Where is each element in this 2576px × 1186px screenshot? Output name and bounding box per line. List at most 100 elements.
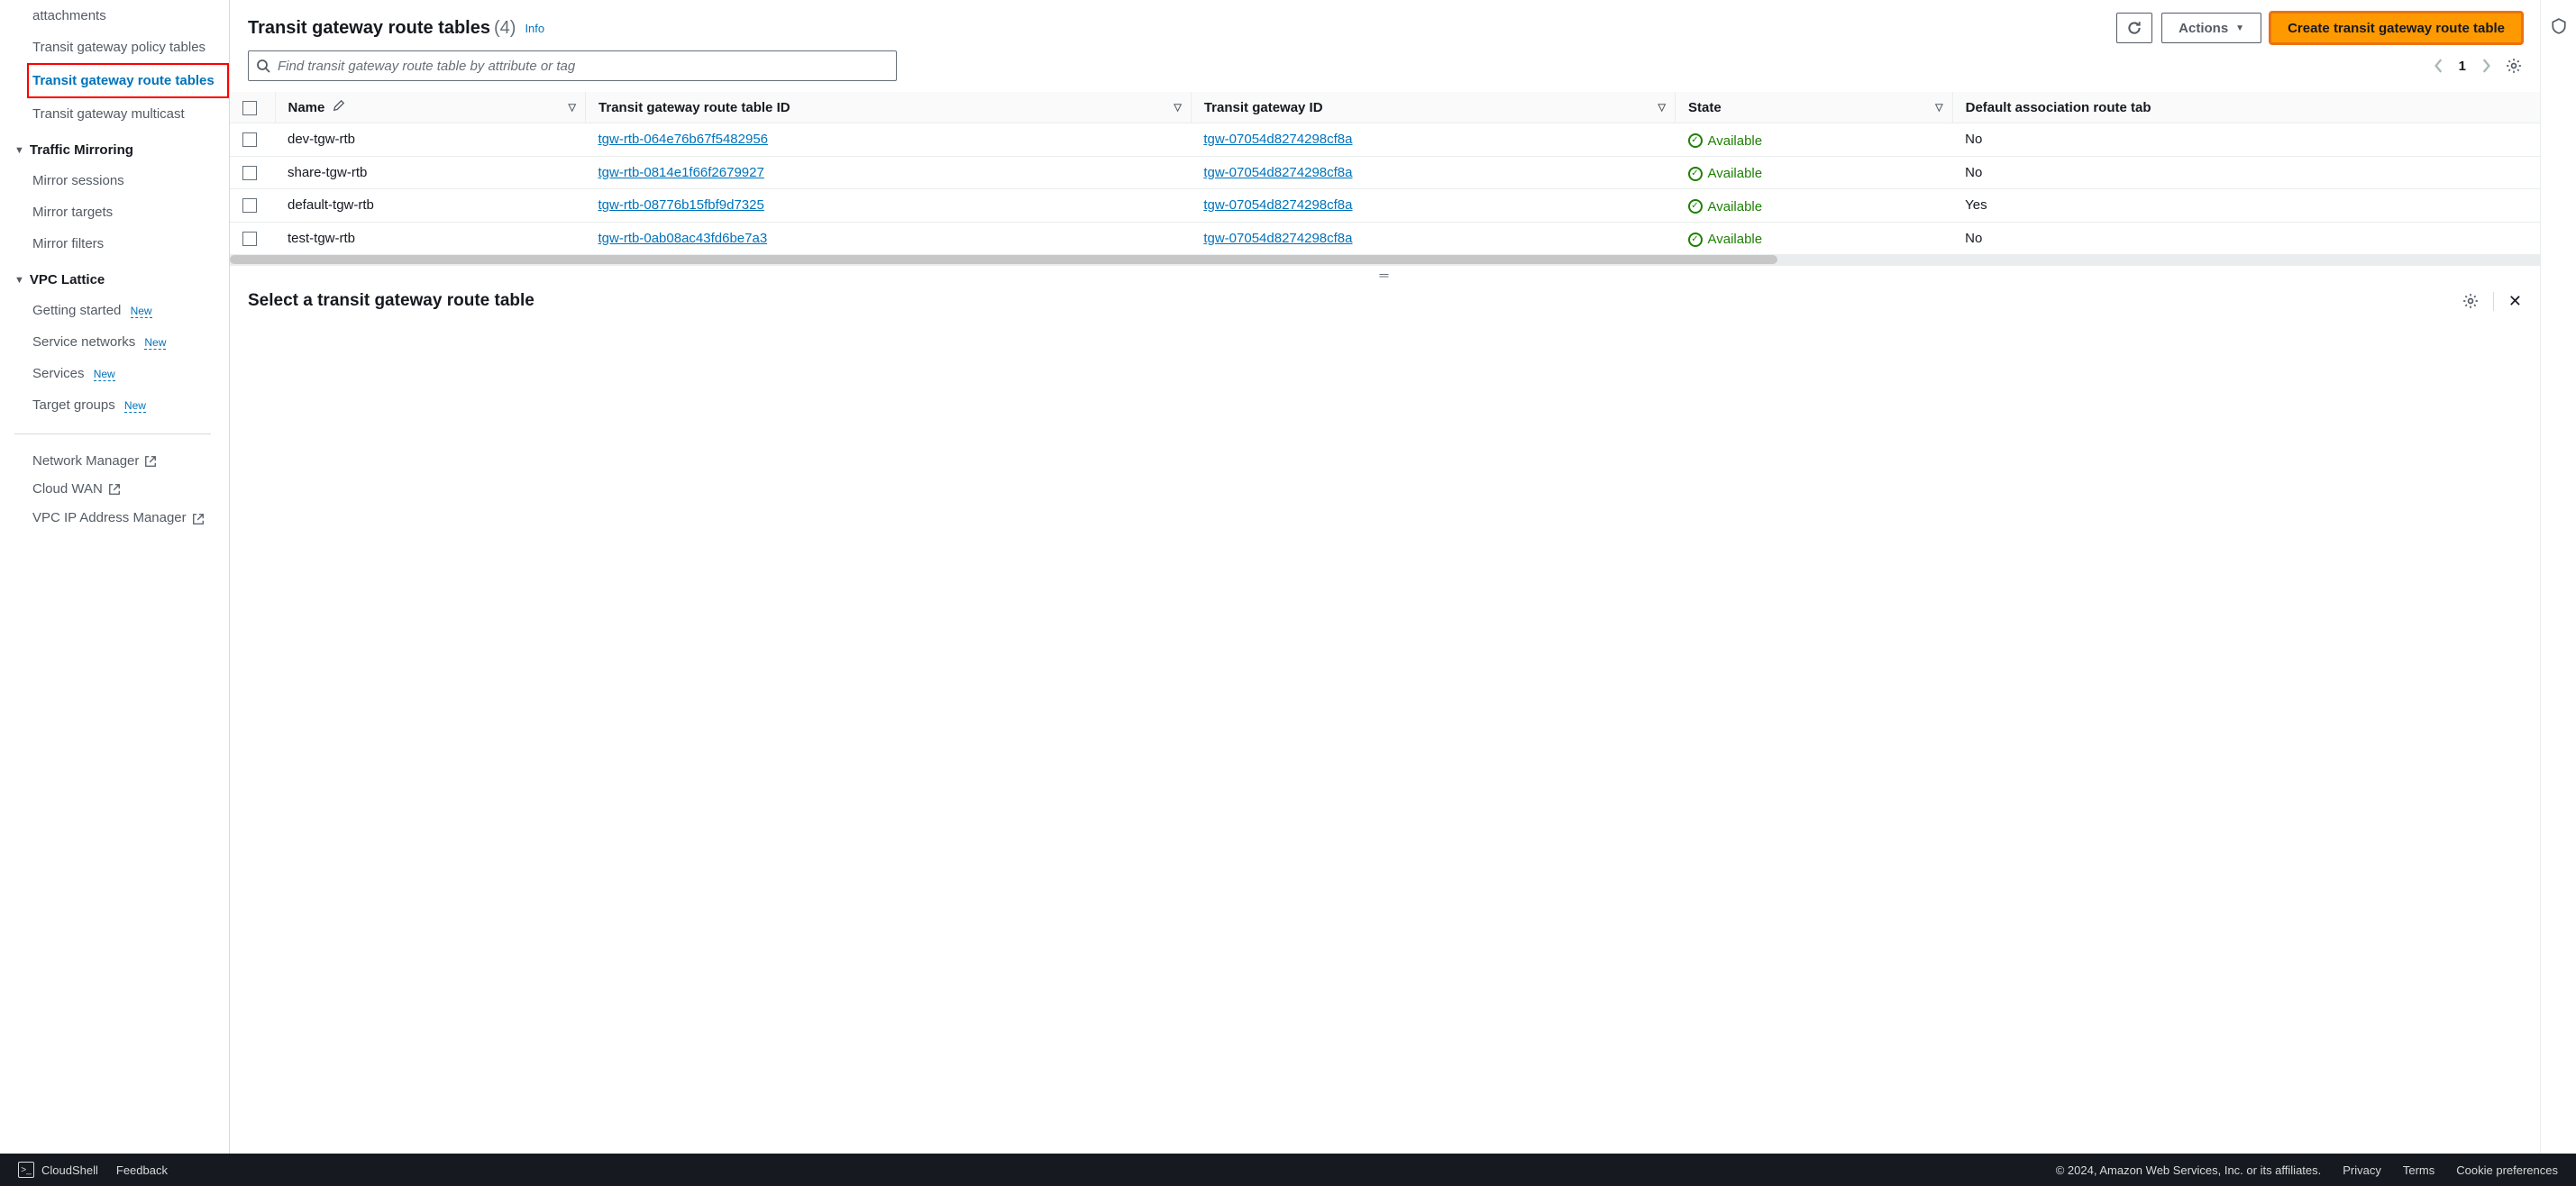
cell-tgw-id: tgw-07054d8274298cf8a — [1191, 222, 1675, 255]
help-ribbon — [2540, 0, 2576, 1154]
cell-default-assoc: Yes — [1952, 189, 2540, 223]
table-row[interactable]: default-tgw-rtb tgw-rtb-08776b15fbf9d7325… — [230, 189, 2540, 223]
page-number: 1 — [2459, 59, 2466, 74]
search-icon — [256, 59, 270, 73]
refresh-button[interactable] — [2116, 13, 2152, 43]
status-badge: ✓Available — [1688, 232, 1763, 247]
sidebar-item-getting-started[interactable]: Getting started New — [14, 295, 229, 326]
check-circle-icon: ✓ — [1688, 199, 1703, 214]
col-tgw-id[interactable]: Transit gateway ID ▽ — [1191, 92, 1675, 123]
info-link[interactable]: Info — [525, 22, 544, 35]
status-badge: ✓Available — [1688, 199, 1763, 214]
terms-link[interactable]: Terms — [2403, 1163, 2434, 1177]
row-checkbox-cell[interactable] — [230, 189, 275, 223]
cloudshell-button[interactable]: >_ CloudShell — [18, 1162, 98, 1178]
rtb-id-link[interactable]: tgw-rtb-0814e1f66f2679927 — [598, 165, 764, 180]
sidebar-item-attachments[interactable]: attachments — [14, 0, 229, 32]
sidebar-item-mirror-sessions[interactable]: Mirror sessions — [14, 165, 229, 196]
cell-name: dev-tgw-rtb — [275, 123, 586, 157]
sidebar-link-cloud-wan[interactable]: Cloud WAN — [14, 475, 229, 503]
cell-rtb-id: tgw-rtb-0ab08ac43fd6be7a3 — [586, 222, 1192, 255]
create-route-table-button[interactable]: Create transit gateway route table — [2270, 13, 2522, 43]
col-name[interactable]: Name ▽ — [275, 92, 586, 123]
new-badge: New — [94, 368, 115, 381]
scrollbar-thumb[interactable] — [230, 255, 1777, 264]
close-icon[interactable]: ✕ — [2493, 292, 2522, 311]
col-select-all[interactable] — [230, 92, 275, 123]
search-row: 1 — [230, 50, 2540, 92]
next-page-icon[interactable] — [2480, 59, 2491, 73]
cell-name: test-tgw-rtb — [275, 222, 586, 255]
external-link-icon — [192, 513, 205, 525]
copyright: © 2024, Amazon Web Services, Inc. or its… — [2056, 1163, 2322, 1177]
col-rtb-id[interactable]: Transit gateway route table ID ▽ — [586, 92, 1192, 123]
cell-tgw-id: tgw-07054d8274298cf8a — [1191, 189, 1675, 223]
cell-rtb-id: tgw-rtb-08776b15fbf9d7325 — [586, 189, 1192, 223]
prev-page-icon[interactable] — [2434, 59, 2444, 73]
rtb-id-link[interactable]: tgw-rtb-064e76b67f5482956 — [598, 132, 768, 147]
table-row[interactable]: share-tgw-rtb tgw-rtb-0814e1f66f2679927 tg… — [230, 156, 2540, 189]
checkbox-icon[interactable] — [242, 166, 257, 180]
search-box[interactable] — [248, 50, 897, 81]
sidebar-item-mirror-filters[interactable]: Mirror filters — [14, 228, 229, 260]
rtb-id-link[interactable]: tgw-rtb-08776b15fbf9d7325 — [598, 197, 764, 213]
help-icon[interactable] — [2551, 18, 2567, 34]
pencil-icon — [333, 99, 345, 112]
sidebar-item-tgw-multicast[interactable]: Transit gateway multicast — [14, 98, 229, 130]
row-checkbox-cell[interactable] — [230, 222, 275, 255]
sidebar-item-target-groups[interactable]: Target groups New — [14, 389, 229, 421]
cell-name: default-tgw-rtb — [275, 189, 586, 223]
route-tables-table: Name ▽ Transit gateway route table ID ▽ … — [230, 92, 2540, 255]
cell-state: ✓Available — [1676, 222, 1953, 255]
section-title: Traffic Mirroring — [30, 142, 133, 158]
col-label: Default association route tab — [1966, 100, 2151, 115]
tgw-id-link[interactable]: tgw-07054d8274298cf8a — [1203, 231, 1352, 246]
checkbox-icon[interactable] — [242, 132, 257, 147]
feedback-link[interactable]: Feedback — [116, 1163, 168, 1177]
sidebar-link-network-manager[interactable]: Network Manager — [14, 447, 229, 475]
sidebar-link-vpc-ipam[interactable]: VPC IP Address Manager — [14, 503, 229, 532]
sidebar-divider — [14, 433, 211, 434]
cell-state: ✓Available — [1676, 123, 1953, 157]
row-checkbox-cell[interactable] — [230, 156, 275, 189]
actions-button[interactable]: Actions ▼ — [2161, 13, 2261, 43]
sidebar-item-tgw-route-tables[interactable]: Transit gateway route tables — [27, 63, 229, 98]
sidebar-section-traffic-mirroring[interactable]: ▼ Traffic Mirroring — [14, 130, 229, 165]
sidebar-item-mirror-targets[interactable]: Mirror targets — [14, 196, 229, 228]
table-row[interactable]: test-tgw-rtb tgw-rtb-0ab08ac43fd6be7a3 tgw… — [230, 222, 2540, 255]
horizontal-scrollbar[interactable] — [230, 255, 2540, 264]
cell-tgw-id: tgw-07054d8274298cf8a — [1191, 123, 1675, 157]
drag-handle[interactable]: ═ — [230, 265, 2540, 282]
privacy-link[interactable]: Privacy — [2343, 1163, 2381, 1177]
table-row[interactable]: dev-tgw-rtb tgw-rtb-064e76b67f5482956 tgw-… — [230, 123, 2540, 157]
tgw-id-link[interactable]: tgw-07054d8274298cf8a — [1203, 132, 1352, 147]
cookies-link[interactable]: Cookie preferences — [2456, 1163, 2558, 1177]
col-label: Name — [288, 100, 325, 115]
tgw-id-link[interactable]: tgw-07054d8274298cf8a — [1203, 197, 1352, 213]
checkbox-icon[interactable] — [242, 198, 257, 213]
sidebar-item-tgw-policy-tables[interactable]: Transit gateway policy tables — [14, 32, 229, 63]
gear-icon[interactable] — [2506, 58, 2522, 74]
row-checkbox-cell[interactable] — [230, 123, 275, 157]
cell-name: share-tgw-rtb — [275, 156, 586, 189]
search-input[interactable] — [278, 59, 889, 74]
col-state[interactable]: State ▽ — [1676, 92, 1953, 123]
checkbox-icon[interactable] — [242, 101, 257, 115]
table-header-row: Name ▽ Transit gateway route table ID ▽ … — [230, 92, 2540, 123]
cell-state: ✓Available — [1676, 156, 1953, 189]
sidebar-item-services[interactable]: Services New — [14, 358, 229, 389]
cell-default-assoc: No — [1952, 156, 2540, 189]
cell-rtb-id: tgw-rtb-0814e1f66f2679927 — [586, 156, 1192, 189]
sidebar-section-vpc-lattice[interactable]: ▼ VPC Lattice — [14, 260, 229, 295]
tgw-id-link[interactable]: tgw-07054d8274298cf8a — [1203, 165, 1352, 180]
col-default-assoc[interactable]: Default association route tab — [1952, 92, 2540, 123]
checkbox-icon[interactable] — [242, 232, 257, 246]
sidebar-item-service-networks[interactable]: Service networks New — [14, 326, 229, 358]
section-title: VPC Lattice — [30, 272, 105, 287]
gear-icon[interactable] — [2462, 293, 2479, 309]
check-circle-icon: ✓ — [1688, 233, 1703, 247]
cell-tgw-id: tgw-07054d8274298cf8a — [1191, 156, 1675, 189]
new-badge: New — [124, 399, 146, 413]
rtb-id-link[interactable]: tgw-rtb-0ab08ac43fd6be7a3 — [598, 231, 768, 246]
details-header: Select a transit gateway route table ✕ — [230, 282, 2540, 320]
